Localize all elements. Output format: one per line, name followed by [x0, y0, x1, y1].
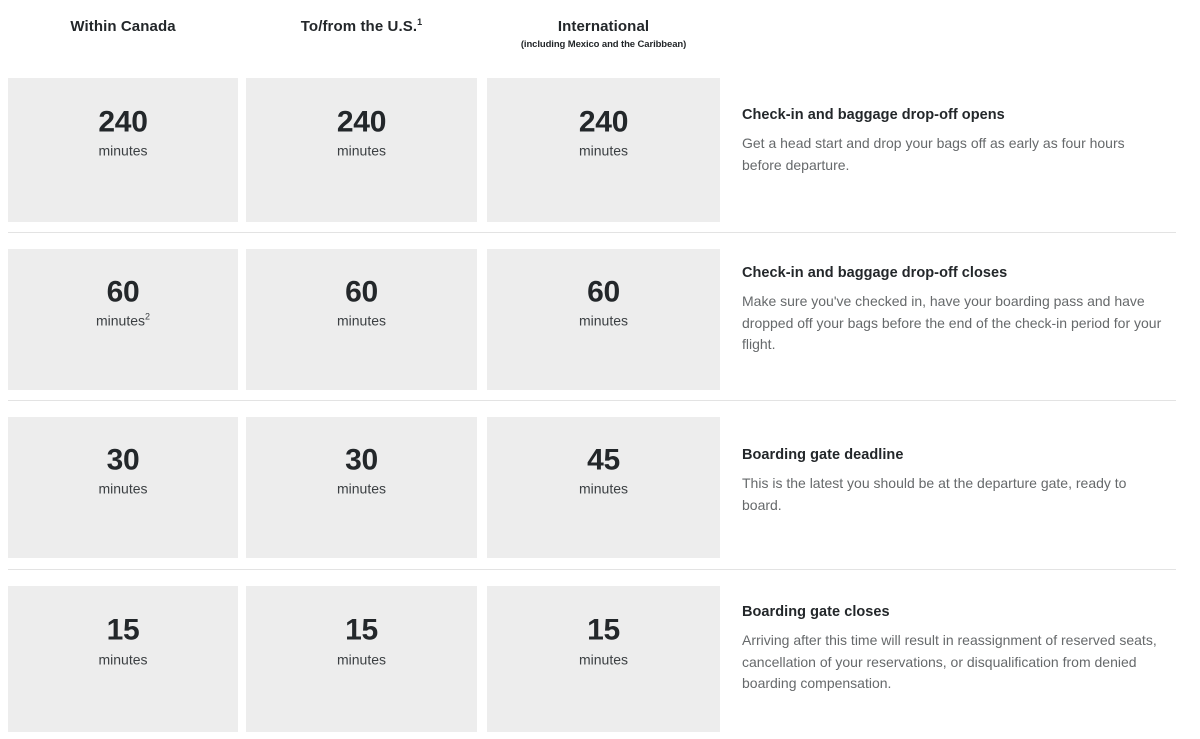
value-cell-inner: 60 minutes: [246, 276, 477, 329]
row-title: Check-in and baggage drop-off closes: [742, 265, 1008, 281]
value-unit-text: minutes: [98, 142, 148, 159]
column-header-international: International (including Mexico and the …: [487, 0, 720, 51]
column-header-title-text: Within Canada: [70, 18, 176, 35]
value-cell: 240 minutes: [487, 78, 720, 222]
value-cell: 240 minutes: [246, 78, 477, 222]
row-divider: [8, 569, 1176, 570]
table-row: 240 minutes 240 minutes 240 minutes Chec…: [0, 78, 1200, 222]
value-unit: minutes: [8, 480, 238, 497]
value-cell-inner: 60 minutes: [487, 276, 720, 329]
value-number: 15: [587, 613, 620, 647]
value-cell-inner: 30 minutes: [246, 444, 477, 497]
value-unit-text: minutes: [578, 142, 629, 159]
value-unit-text: minutes: [578, 480, 629, 497]
value-number: 60: [345, 274, 378, 308]
value-unit: minutes: [246, 143, 477, 160]
table-row: 15 minutes 15 minutes 15 minutes Boardin…: [0, 586, 1200, 732]
value-number: 15: [345, 613, 378, 647]
row-description: Check-in and baggage drop-off opens Get …: [742, 78, 1166, 176]
value-unit-text: minutes: [578, 651, 629, 668]
value-number: 30: [345, 442, 378, 476]
value-cell-inner: 60 minutes2: [8, 276, 238, 329]
column-header-title: Within Canada: [8, 18, 238, 35]
value-cell-inner: 240 minutes: [246, 106, 477, 159]
value-unit: minutes: [487, 480, 720, 497]
value-unit-text: minutes: [336, 651, 387, 668]
table-header-row: Within Canada To/from the U.S.1 Internat…: [0, 0, 1200, 78]
column-header-title-text: International: [557, 18, 650, 35]
row-title: Check-in and baggage drop-off opens: [742, 107, 1005, 123]
check-in-times-table: Within Canada To/from the U.S.1 Internat…: [0, 0, 1200, 739]
column-header-within-canada: Within Canada: [8, 0, 238, 35]
value-unit: minutes: [487, 312, 720, 329]
row-description: Boarding gate closes Arriving after this…: [742, 586, 1166, 695]
column-header-subtitle: (including Mexico and the Caribbean): [520, 39, 687, 51]
row-body: Arriving after this time will result in …: [742, 631, 1157, 692]
value-unit-text: minutes: [98, 480, 148, 497]
value-cell-inner: 30 minutes: [8, 444, 238, 497]
row-title: Boarding gate closes: [742, 604, 890, 620]
value-cell: 45 minutes: [487, 417, 720, 558]
value-number: 15: [106, 613, 140, 647]
column-header-to-from-us: To/from the U.S.1: [246, 0, 477, 36]
value-unit: minutes: [487, 143, 720, 160]
value-unit: minutes: [487, 651, 720, 668]
row-body: This is the latest you should be at the …: [742, 474, 1127, 513]
value-unit-text: minutes: [95, 312, 145, 329]
value-cell: 240 minutes: [8, 78, 238, 222]
value-cell-inner: 240 minutes: [8, 106, 238, 159]
row-body: Make sure you've checked in, have your b…: [742, 292, 1162, 353]
value-unit-text: minutes: [336, 142, 387, 159]
footnote-marker-2: 2: [145, 311, 151, 322]
value-unit: minutes: [8, 651, 238, 668]
row-divider: [8, 400, 1176, 401]
value-cell: 30 minutes: [246, 417, 477, 558]
value-number: 240: [98, 105, 148, 139]
value-cell: 60 minutes: [246, 249, 477, 390]
value-number: 30: [106, 442, 140, 476]
value-cell-inner: 15 minutes: [487, 615, 720, 668]
value-unit: minutes: [246, 312, 477, 329]
column-header-title: To/from the U.S.1: [246, 17, 477, 36]
value-cell-inner: 45 minutes: [487, 444, 720, 497]
value-cell: 15 minutes: [487, 586, 720, 732]
value-cell: 60 minutes: [487, 249, 720, 390]
footnote-marker-1: 1: [417, 17, 423, 27]
value-cell: 15 minutes: [8, 586, 238, 732]
value-number: 60: [106, 274, 140, 308]
column-header-title-text: To/from the U.S.: [300, 18, 418, 35]
row-title: Boarding gate deadline: [742, 447, 904, 463]
row-description: Boarding gate deadline This is the lates…: [742, 417, 1166, 516]
value-unit: minutes: [246, 480, 477, 497]
value-unit: minutes2: [8, 312, 238, 329]
value-number: 45: [587, 442, 620, 476]
value-cell-inner: 15 minutes: [8, 615, 238, 668]
row-divider: [8, 232, 1176, 233]
value-unit-text: minutes: [98, 651, 148, 668]
value-unit-text: minutes: [336, 312, 387, 329]
value-unit: minutes: [8, 143, 238, 160]
row-description: Check-in and baggage drop-off closes Mak…: [742, 249, 1166, 356]
table-row: 30 minutes 30 minutes 45 minutes Boardin…: [0, 417, 1200, 558]
column-header-title: International: [487, 18, 720, 35]
value-cell: 15 minutes: [246, 586, 477, 732]
value-cell-inner: 15 minutes: [246, 615, 477, 668]
value-cell: 30 minutes: [8, 417, 238, 558]
value-unit: minutes: [246, 651, 477, 668]
value-number: 240: [578, 105, 629, 139]
table-row: 60 minutes2 60 minutes 60 minutes Check-…: [0, 249, 1200, 390]
value-unit-text: minutes: [578, 312, 629, 329]
value-unit-text: minutes: [336, 480, 387, 497]
value-number: 60: [587, 274, 620, 308]
value-number: 240: [336, 105, 387, 139]
value-cell: 60 minutes2: [8, 249, 238, 390]
value-cell-inner: 240 minutes: [487, 106, 720, 159]
row-body: Get a head start and drop your bags off …: [742, 134, 1125, 173]
